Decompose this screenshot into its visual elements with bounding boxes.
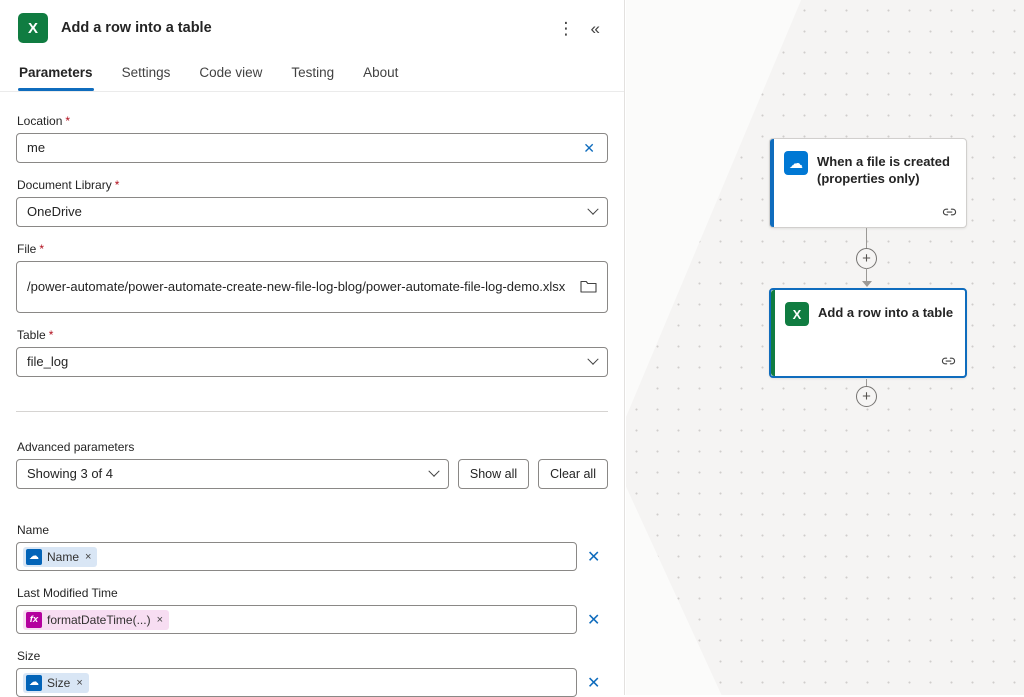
- table-value: file_log: [27, 352, 589, 372]
- file-label: File*: [17, 242, 608, 256]
- table-select[interactable]: file_log: [16, 347, 608, 377]
- show-all-button[interactable]: Show all: [458, 459, 529, 489]
- size-field-row: ☁ Size × ✕: [16, 668, 608, 697]
- action-accent-bar: [771, 290, 775, 376]
- link-icon[interactable]: [942, 204, 957, 222]
- section-divider: [16, 411, 608, 412]
- trigger-card-title: When a file is created (properties only): [817, 151, 956, 187]
- flow-canvas[interactable]: ☁ When a file is created (properties onl…: [626, 0, 1024, 695]
- connector-line: [866, 228, 867, 249]
- remove-token-icon[interactable]: ×: [157, 614, 163, 626]
- last-modified-time-input[interactable]: fx formatDateTime(...) ×: [16, 605, 577, 634]
- excel-icon: X: [785, 302, 809, 326]
- panel-tabs: Parameters Settings Code view Testing Ab…: [0, 53, 624, 92]
- clear-last-modified-time-icon[interactable]: ✕: [587, 610, 600, 630]
- excel-icon: X: [18, 13, 48, 43]
- required-asterisk: *: [49, 328, 54, 342]
- advanced-parameters-value: Showing 3 of 4: [27, 464, 430, 484]
- required-asterisk: *: [39, 242, 44, 256]
- required-asterisk: *: [115, 178, 120, 192]
- size-label: Size: [17, 649, 608, 663]
- trigger-accent-bar: [770, 139, 774, 227]
- table-label-text: Table: [17, 328, 46, 342]
- file-input[interactable]: /power-automate/power-automate-create-ne…: [16, 261, 608, 313]
- location-label-text: Location: [17, 114, 62, 128]
- onedrive-icon: ☁: [26, 675, 42, 691]
- location-value: me: [27, 138, 581, 158]
- remove-token-icon[interactable]: ×: [76, 677, 82, 689]
- remove-token-icon[interactable]: ×: [85, 551, 91, 563]
- name-token-label: Name: [47, 550, 79, 564]
- name-label: Name: [17, 523, 608, 537]
- name-input[interactable]: ☁ Name ×: [16, 542, 577, 571]
- size-input[interactable]: ☁ Size ×: [16, 668, 577, 697]
- advanced-parameters-label: Advanced parameters: [17, 440, 608, 454]
- trigger-card-body: ☁ When a file is created (properties onl…: [770, 139, 966, 187]
- clear-size-icon[interactable]: ✕: [587, 673, 600, 693]
- last-modified-time-field-row: fx formatDateTime(...) × ✕: [16, 605, 608, 634]
- document-library-label: Document Library*: [17, 178, 608, 192]
- chevron-down-icon: [587, 204, 598, 215]
- tab-settings[interactable]: Settings: [121, 59, 172, 91]
- more-menu-icon[interactable]: ⋮: [550, 16, 583, 41]
- folder-picker-icon[interactable]: [580, 279, 597, 296]
- expression-token-label: formatDateTime(...): [47, 613, 151, 627]
- onedrive-icon: ☁: [784, 151, 808, 175]
- chevron-down-icon: [428, 466, 439, 477]
- name-token[interactable]: ☁ Name ×: [23, 547, 97, 567]
- fx-icon: fx: [26, 612, 42, 628]
- file-label-text: File: [17, 242, 36, 256]
- last-modified-time-label: Last Modified Time: [17, 586, 608, 600]
- tab-about[interactable]: About: [362, 59, 399, 91]
- document-library-select[interactable]: OneDrive: [16, 197, 608, 227]
- onedrive-icon: ☁: [26, 549, 42, 565]
- tab-testing[interactable]: Testing: [290, 59, 335, 91]
- chevron-down-icon: [587, 354, 598, 365]
- trigger-card[interactable]: ☁ When a file is created (properties onl…: [769, 138, 967, 228]
- clear-name-icon[interactable]: ✕: [587, 547, 600, 567]
- action-card-title: Add a row into a table: [818, 302, 953, 321]
- link-icon[interactable]: [941, 353, 956, 371]
- add-step-button[interactable]: +: [856, 386, 877, 407]
- size-token-label: Size: [47, 676, 70, 690]
- action-card[interactable]: X Add a row into a table: [769, 288, 967, 378]
- insert-step-button[interactable]: +: [856, 248, 877, 269]
- document-library-label-text: Document Library: [17, 178, 112, 192]
- connector-arrow-icon: [862, 281, 872, 287]
- expression-token[interactable]: fx formatDateTime(...) ×: [23, 610, 169, 630]
- tab-code-view[interactable]: Code view: [198, 59, 263, 91]
- advanced-parameters-row: Showing 3 of 4 Show all Clear all: [16, 459, 608, 489]
- connector-line: [866, 268, 867, 282]
- panel-title: Add a row into a table: [61, 20, 550, 36]
- name-field-row: ☁ Name × ✕: [16, 542, 608, 571]
- location-input[interactable]: me ✕: [16, 133, 608, 163]
- panel-header: X Add a row into a table ⋮ «: [0, 0, 624, 53]
- parameters-form: Location* me ✕ Document Library* OneDriv…: [0, 92, 624, 697]
- advanced-parameters-select[interactable]: Showing 3 of 4: [16, 459, 449, 489]
- action-card-body: X Add a row into a table: [771, 290, 965, 326]
- document-library-value: OneDrive: [27, 202, 589, 222]
- tab-parameters[interactable]: Parameters: [18, 59, 94, 91]
- collapse-panel-icon[interactable]: «: [583, 16, 608, 41]
- location-label: Location*: [17, 114, 608, 128]
- clear-all-button[interactable]: Clear all: [538, 459, 608, 489]
- action-config-panel: X Add a row into a table ⋮ « Parameters …: [0, 0, 625, 695]
- size-token[interactable]: ☁ Size ×: [23, 673, 89, 693]
- required-asterisk: *: [65, 114, 70, 128]
- clear-location-icon[interactable]: ✕: [581, 140, 597, 157]
- file-value: /power-automate/power-automate-create-ne…: [27, 277, 572, 297]
- table-label: Table*: [17, 328, 608, 342]
